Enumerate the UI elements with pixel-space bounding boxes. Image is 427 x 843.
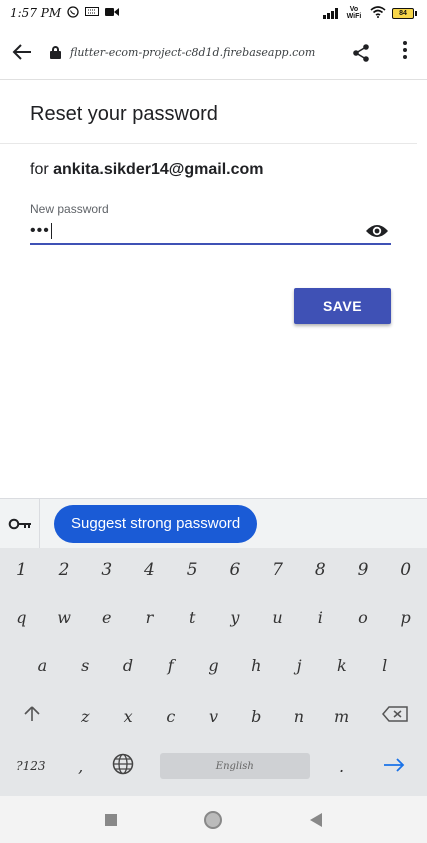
row3-key[interactable]: c bbox=[149, 707, 192, 726]
video-camera-icon bbox=[105, 7, 120, 20]
shift-arrow-icon bbox=[24, 706, 40, 721]
keyboard-digit-row: 1234567890 bbox=[0, 560, 427, 580]
signal-icon bbox=[323, 7, 338, 19]
digits-key[interactable]: 4 bbox=[128, 560, 171, 580]
account-line: for ankita.sikder14@gmail.com bbox=[30, 161, 263, 179]
share-icon bbox=[353, 43, 369, 62]
whatsapp-icon bbox=[67, 5, 79, 21]
back-nav-button[interactable] bbox=[296, 800, 336, 840]
shift-key[interactable] bbox=[0, 706, 64, 726]
row2-key[interactable]: j bbox=[278, 656, 321, 675]
circle-icon bbox=[204, 810, 223, 829]
digits-key[interactable]: 0 bbox=[384, 560, 427, 580]
key-icon bbox=[8, 518, 31, 529]
row2-key[interactable]: l bbox=[363, 656, 406, 675]
language-key[interactable] bbox=[100, 753, 147, 779]
wifi-icon bbox=[370, 5, 386, 21]
backspace-icon bbox=[381, 706, 408, 722]
row3-key[interactable]: b bbox=[235, 707, 278, 726]
digits-key[interactable]: 3 bbox=[85, 560, 128, 580]
row2-key[interactable]: d bbox=[107, 656, 150, 675]
password-value: ••• bbox=[30, 221, 50, 239]
row2-key[interactable]: a bbox=[21, 656, 64, 675]
row1-key[interactable]: y bbox=[214, 608, 257, 627]
row1-key[interactable]: i bbox=[299, 608, 342, 627]
globe-icon bbox=[113, 753, 134, 775]
row1-key[interactable]: e bbox=[85, 608, 128, 627]
status-left: 1:57 PM bbox=[10, 5, 120, 21]
arrow-right-icon bbox=[383, 757, 405, 772]
password-manager-button[interactable] bbox=[0, 498, 40, 549]
back-button[interactable] bbox=[0, 39, 44, 67]
title-divider bbox=[0, 143, 417, 144]
share-button[interactable] bbox=[339, 43, 383, 63]
enter-key[interactable] bbox=[361, 757, 427, 776]
square-icon bbox=[105, 813, 118, 826]
system-nav-bar bbox=[0, 796, 427, 843]
recents-button[interactable] bbox=[91, 800, 131, 840]
status-time: 1:57 PM bbox=[10, 6, 62, 20]
keyboard-suggestion-strip: Suggest strong password bbox=[0, 498, 427, 549]
keyboard-row-3: zxcvbnm bbox=[0, 706, 427, 726]
row3-key[interactable]: n bbox=[278, 707, 321, 726]
battery-level: 84 bbox=[392, 7, 414, 19]
row2-key[interactable]: g bbox=[192, 656, 235, 675]
keyboard-row-1: qwertyuiop bbox=[0, 608, 427, 627]
row1-key[interactable]: o bbox=[342, 608, 385, 627]
digits-key[interactable]: 1 bbox=[0, 560, 43, 580]
row1-key[interactable]: u bbox=[256, 608, 299, 627]
row3-key[interactable]: m bbox=[320, 707, 363, 726]
row2-key[interactable]: h bbox=[235, 656, 278, 675]
lock-icon[interactable] bbox=[44, 46, 66, 59]
comma-key[interactable]: , bbox=[62, 757, 100, 776]
space-key[interactable]: English bbox=[159, 753, 310, 779]
triangle-back-icon bbox=[309, 812, 322, 827]
status-bar: 1:57 PM Vo WiFi 84 bbox=[0, 0, 427, 26]
row1-key[interactable]: p bbox=[384, 608, 427, 627]
show-password-button[interactable] bbox=[365, 223, 389, 239]
battery-icon: 84 bbox=[392, 7, 417, 19]
more-options-button[interactable] bbox=[383, 40, 427, 65]
save-button[interactable]: SAVE bbox=[294, 288, 391, 324]
digits-key[interactable]: 6 bbox=[214, 560, 257, 580]
arrow-left-icon bbox=[12, 43, 31, 60]
symbols-key[interactable]: ?123 bbox=[0, 759, 62, 773]
text-caret bbox=[50, 222, 52, 239]
row1-key[interactable]: r bbox=[128, 608, 171, 627]
row2-key[interactable]: s bbox=[64, 656, 107, 675]
home-button[interactable] bbox=[193, 800, 233, 840]
keyboard: 1234567890 qwertyuiop asdfghjkl zxcvbnm … bbox=[0, 548, 427, 796]
keyboard-row-2: asdfghjkl bbox=[0, 656, 427, 675]
row3-key[interactable]: z bbox=[64, 707, 107, 726]
row3-key[interactable]: v bbox=[192, 707, 235, 726]
backspace-key[interactable] bbox=[363, 706, 427, 726]
new-password-field[interactable]: ••• bbox=[30, 218, 391, 245]
more-vert-icon bbox=[403, 40, 407, 59]
vowifi-label: Vo WiFi bbox=[346, 6, 362, 20]
row1-key[interactable]: w bbox=[43, 608, 86, 627]
eye-icon bbox=[366, 224, 388, 237]
row1-key[interactable]: t bbox=[171, 608, 214, 627]
page-title: Reset your password bbox=[30, 103, 218, 125]
row1-key[interactable]: q bbox=[0, 608, 43, 627]
new-password-label: New password bbox=[30, 202, 109, 216]
keyboard-notification-icon bbox=[85, 7, 100, 19]
digits-key[interactable]: 7 bbox=[256, 560, 299, 580]
digits-key[interactable]: 5 bbox=[171, 560, 214, 580]
keyboard-bottom-row: ?123 , English . bbox=[0, 752, 427, 780]
digits-key[interactable]: 2 bbox=[43, 560, 86, 580]
row3-key[interactable]: x bbox=[107, 707, 150, 726]
browser-toolbar: flutter-ecom-project-c8d1d.firebaseapp.c… bbox=[0, 26, 427, 80]
digits-key[interactable]: 8 bbox=[299, 560, 342, 580]
for-label: for bbox=[30, 161, 49, 178]
period-key[interactable]: . bbox=[323, 757, 361, 776]
account-email: ankita.sikder14@gmail.com bbox=[53, 161, 264, 178]
digits-key[interactable]: 9 bbox=[342, 560, 385, 580]
row2-key[interactable]: k bbox=[320, 656, 363, 675]
url-bar[interactable]: flutter-ecom-project-c8d1d.firebaseapp.c… bbox=[66, 46, 339, 59]
status-right: Vo WiFi 84 bbox=[323, 5, 417, 21]
row2-key[interactable]: f bbox=[149, 656, 192, 675]
suggest-strong-password-button[interactable]: Suggest strong password bbox=[54, 504, 258, 543]
